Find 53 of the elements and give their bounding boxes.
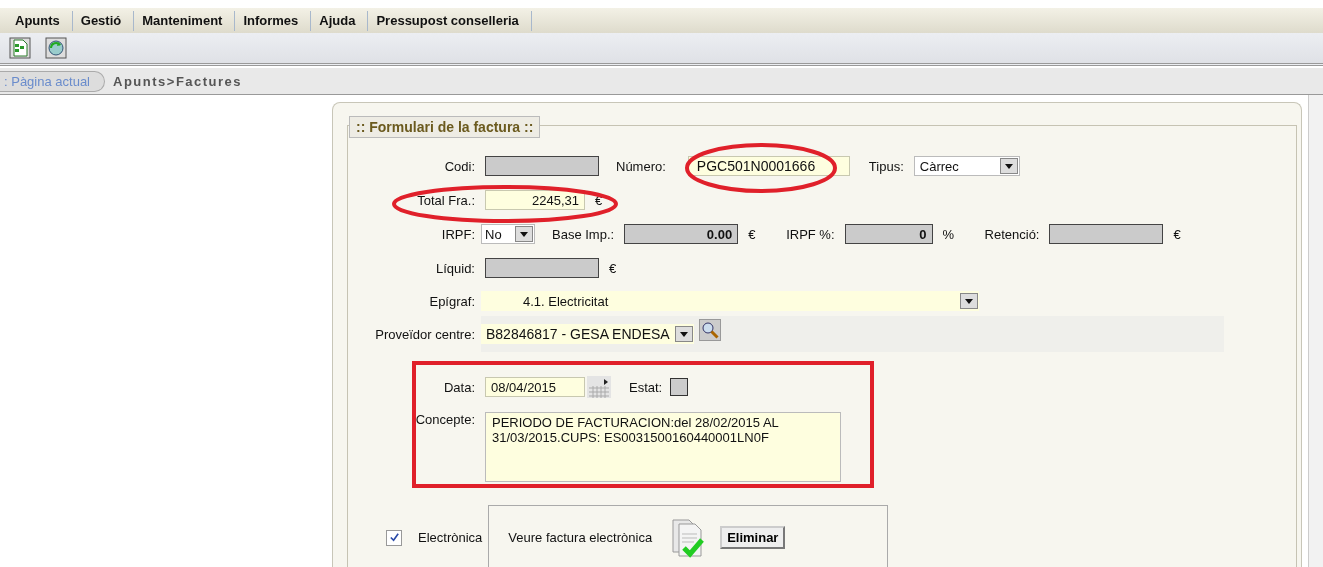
checkbox-label: Electrònica	[418, 530, 483, 545]
date-field[interactable]: 08/04/2015	[485, 377, 585, 397]
numero-field[interactable]: PGC501N0001666	[687, 156, 850, 176]
field-label: Total Fra.:	[416, 192, 476, 208]
total-field[interactable]: 2245,31	[485, 190, 585, 210]
select-value: No	[485, 226, 502, 242]
field-label: Concepte:	[414, 412, 476, 427]
irpf-percent-field[interactable]: 0	[844, 224, 933, 244]
view-invoice-link[interactable]: Veure factura electrònica	[508, 530, 653, 545]
retencio-field[interactable]	[1049, 224, 1164, 244]
field-label: Retenció:	[984, 226, 1040, 242]
field-label: Líquid:	[434, 260, 476, 276]
field-label: IRPF %:	[786, 226, 835, 242]
refresh-icon[interactable]	[45, 37, 67, 59]
menu-item[interactable]: Pressupost conselleria	[368, 10, 532, 31]
currency-unit: €	[1173, 226, 1182, 242]
tipus-select[interactable]: Càrrec	[913, 156, 1020, 176]
irpf-select[interactable]: No	[481, 224, 535, 244]
field-label: Base Imp.:	[552, 226, 615, 242]
field-label: Proveïdor centre:	[374, 326, 476, 342]
currency-unit: €	[748, 226, 757, 242]
select-value: Càrrec	[919, 158, 959, 174]
eliminar-button[interactable]: Eliminar	[720, 526, 786, 549]
checkmark-icon	[388, 532, 400, 543]
field-label: Epígraf:	[428, 293, 476, 309]
search-icon[interactable]	[699, 319, 721, 341]
concepte-textarea[interactable]: PERIODO DE FACTURACION:del 28/02/2015 AL 31/03/2015.CUPS: ES0031500160440001LN0F	[485, 412, 841, 482]
base-field[interactable]: 0.00	[624, 224, 739, 244]
field-label: Codi:	[443, 158, 476, 174]
select-value: 4.1. Electricitat	[523, 293, 609, 309]
select-value: B82846817 - GESA ENDESA	[486, 326, 670, 342]
codi-field[interactable]	[485, 156, 599, 176]
percent-unit: %	[942, 226, 956, 242]
form-title: :: Formulari de la factura ::	[349, 116, 541, 138]
field-label: Data:	[442, 379, 476, 395]
currency-unit: €	[609, 260, 618, 276]
field-label: Tipus:	[868, 158, 904, 174]
breadcrumb-path: Apunts>Factures	[113, 73, 243, 89]
proveidor-select[interactable]: B82846817 - GESA ENDESA	[481, 324, 694, 344]
menu-item[interactable]: Gestió	[72, 10, 135, 31]
menu-item[interactable]: Manteniment	[134, 10, 236, 31]
liquid-field[interactable]	[485, 258, 599, 278]
estat-checkbox[interactable]	[670, 378, 689, 396]
menu-item[interactable]: Ajuda	[311, 10, 369, 31]
menu-item[interactable]: Apunts	[7, 10, 73, 31]
calendar-icon[interactable]	[587, 376, 611, 398]
electronica-checkbox[interactable]	[386, 529, 402, 546]
field-label: Estat:	[629, 379, 663, 395]
menu-item[interactable]: Informes	[235, 10, 312, 31]
field-label: Número:	[616, 158, 666, 174]
field-label: IRPF:	[440, 226, 476, 242]
epigraf-select[interactable]: 4.1. Electricitat	[481, 291, 979, 311]
document-icon[interactable]	[9, 37, 31, 59]
